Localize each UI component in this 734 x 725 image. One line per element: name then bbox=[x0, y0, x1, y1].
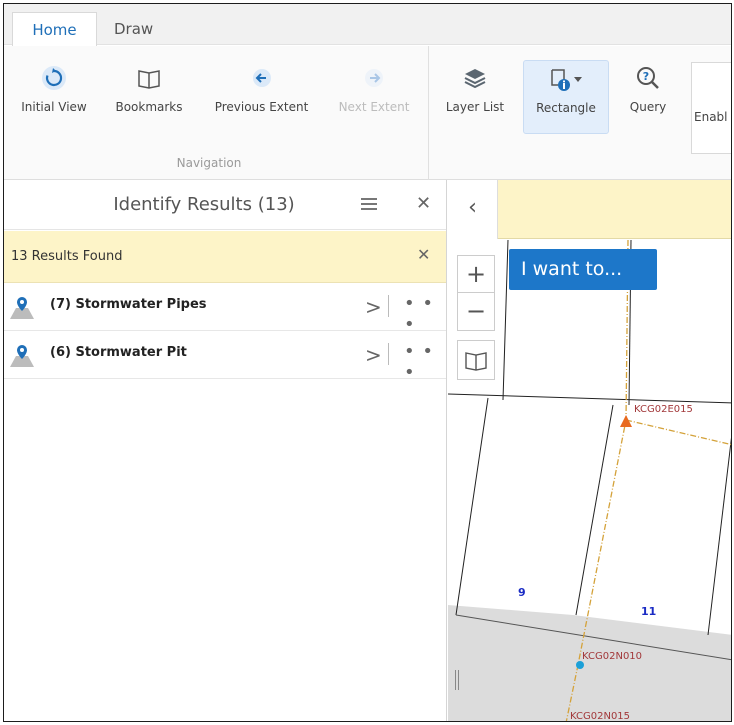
query-button[interactable]: ? Query bbox=[621, 64, 675, 114]
query-label: Query bbox=[629, 100, 667, 114]
initial-view-label: Initial View bbox=[21, 100, 87, 114]
resize-handle[interactable] bbox=[455, 670, 461, 690]
stormwater-node-marker[interactable] bbox=[576, 661, 584, 669]
road-area bbox=[448, 605, 731, 721]
query-icon: ? bbox=[637, 67, 659, 89]
row-divider bbox=[388, 295, 389, 317]
result-row-stormwater-pit[interactable]: (6) Stormwater Pit > • • • bbox=[4, 331, 446, 383]
previous-extent-button[interactable]: Previous Extent bbox=[204, 64, 319, 114]
bookmarks-label: Bookmarks bbox=[115, 100, 183, 114]
navigation-group: Initial View Bookmarks Previous Extent N… bbox=[4, 46, 429, 180]
chevron-down-icon bbox=[574, 77, 582, 82]
enable-button[interactable] bbox=[691, 62, 731, 154]
close-panel-icon[interactable]: ✕ bbox=[416, 193, 431, 214]
layer-list-label: Layer List bbox=[445, 100, 505, 114]
result-label: (7) Stormwater Pipes bbox=[50, 297, 207, 312]
layers-icon bbox=[464, 69, 486, 89]
zoom-out-button[interactable]: − bbox=[458, 293, 494, 330]
tab-draw[interactable]: Draw bbox=[114, 12, 153, 46]
book-icon bbox=[465, 352, 487, 371]
map-label-kcg02n010: KCG02N010 bbox=[582, 651, 642, 662]
identify-results-panel: Identify Results (13) ✕ 13 Results Found… bbox=[4, 180, 447, 721]
list-view-icon[interactable] bbox=[361, 198, 377, 212]
chevron-right-icon[interactable]: > bbox=[365, 343, 382, 367]
collapse-panel-button[interactable]: ‹ bbox=[448, 180, 498, 239]
svg-text:?: ? bbox=[643, 70, 649, 83]
map-label-lot-9: 9 bbox=[518, 586, 526, 599]
next-extent-button[interactable]: Next Extent bbox=[329, 64, 419, 114]
zoom-in-button[interactable]: + bbox=[458, 256, 494, 293]
next-extent-label: Next Extent bbox=[338, 100, 410, 114]
tab-home[interactable]: Home bbox=[12, 12, 97, 46]
ribbon: Initial View Bookmarks Previous Extent N… bbox=[4, 46, 731, 180]
map-label-kcg02e015: KCG02E015 bbox=[634, 404, 693, 415]
rectangle-identify-button[interactable]: Rectangle bbox=[523, 60, 609, 134]
rectangle-button-content: Rectangle bbox=[524, 65, 608, 115]
next-extent-icon bbox=[365, 69, 383, 87]
result-label: (6) Stormwater Pit bbox=[50, 345, 187, 360]
initial-view-button[interactable]: Initial View bbox=[14, 64, 94, 114]
bookmarks-button[interactable]: Bookmarks bbox=[107, 64, 191, 114]
more-options-icon[interactable]: • • • bbox=[404, 341, 446, 383]
row-divider bbox=[388, 343, 389, 365]
book-icon bbox=[138, 70, 160, 89]
rectangle-identify-icon bbox=[551, 69, 582, 91]
initial-view-icon bbox=[42, 66, 66, 90]
results-found-bar: 13 Results Found ✕ bbox=[4, 231, 446, 283]
map-pin-icon bbox=[10, 345, 34, 367]
result-row-stormwater-pipes[interactable]: (7) Stormwater Pipes > • • • bbox=[4, 283, 446, 335]
ribbon-tabbar: Home Draw bbox=[4, 4, 731, 46]
chevron-right-icon[interactable]: > bbox=[365, 295, 382, 319]
navigation-group-label: Navigation bbox=[176, 156, 242, 170]
clear-results-icon[interactable]: ✕ bbox=[417, 245, 430, 264]
map-bookmarks-button[interactable] bbox=[457, 340, 495, 380]
layer-list-button[interactable]: Layer List bbox=[440, 64, 510, 114]
results-found-text: 13 Results Found bbox=[11, 249, 123, 264]
map-label-lot-11: 11 bbox=[641, 605, 656, 618]
rectangle-label: Rectangle bbox=[536, 101, 596, 115]
map-label-kcg02n015: KCG02N015 bbox=[570, 711, 630, 722]
panel-header: Identify Results (13) ✕ bbox=[4, 180, 446, 230]
panel-title: Identify Results (13) bbox=[113, 194, 295, 215]
map-view[interactable]: ‹ KCG02E015 KCG02N010 KCG02N015 9 11 + −… bbox=[448, 180, 731, 722]
map-toolbar: ‹ bbox=[448, 180, 731, 239]
zoom-control: + − bbox=[457, 255, 495, 331]
previous-extent-label: Previous Extent bbox=[214, 100, 309, 114]
i-want-to-button[interactable]: I want to... bbox=[509, 249, 657, 290]
enable-label: Enabl bbox=[694, 110, 728, 124]
app-window: Home Draw Initial View Bookmarks Previou… bbox=[3, 3, 732, 722]
previous-extent-icon bbox=[252, 69, 271, 87]
more-options-icon[interactable]: • • • bbox=[404, 293, 446, 335]
map-pin-icon bbox=[10, 297, 34, 319]
